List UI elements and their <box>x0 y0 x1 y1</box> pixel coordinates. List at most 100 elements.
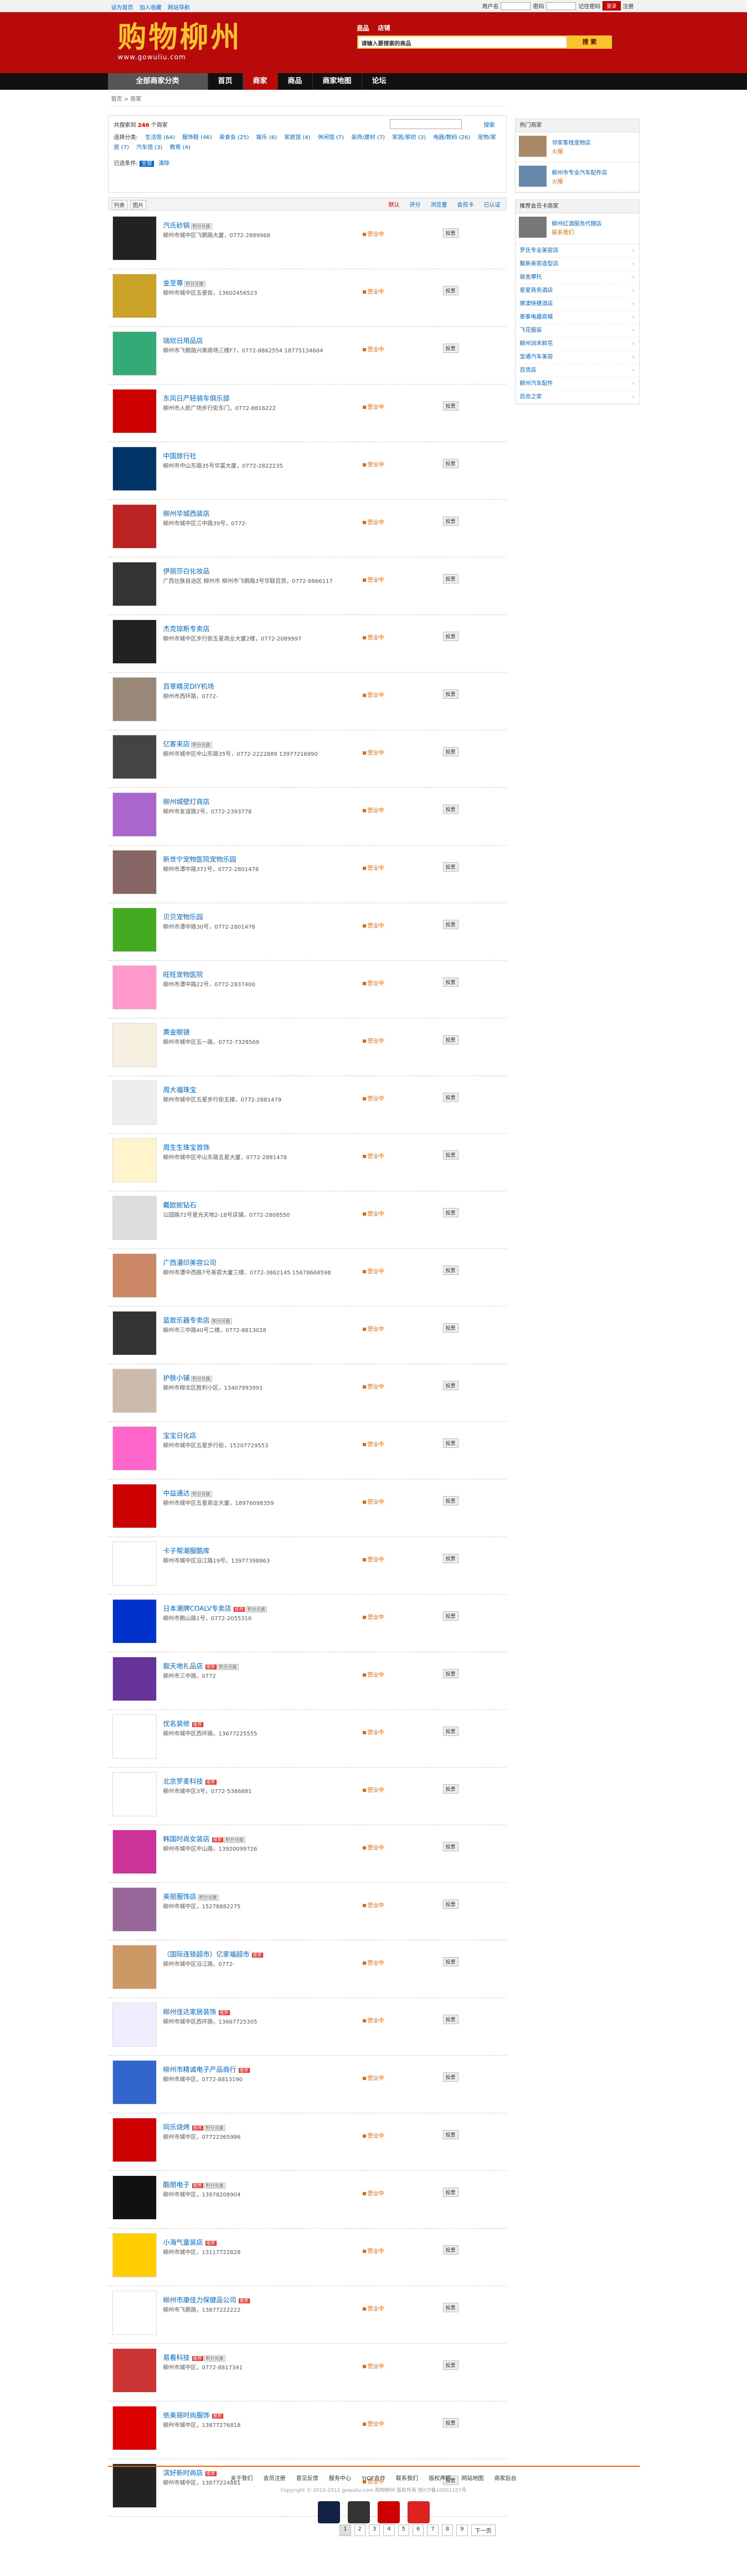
password-input[interactable] <box>546 2 576 10</box>
footer-link[interactable]: YIOF合作 <box>362 2476 385 2482</box>
page-link[interactable]: 6 <box>413 2524 424 2536</box>
category-option[interactable]: 电器/数码 (26) <box>433 135 470 141</box>
search-input[interactable]: 请输入要搜索的商品 <box>357 35 568 49</box>
shop-name[interactable]: 蓝歌乐器专卖店 积分兑换 <box>163 1315 232 1325</box>
shop-name[interactable]: 周生生珠宝首饰 <box>163 1143 210 1152</box>
footer-link[interactable]: 联系我们 <box>396 2476 418 2482</box>
view-grid-button[interactable]: 图片 <box>130 200 146 209</box>
vote-button[interactable]: 投票 <box>442 228 458 238</box>
clear-link[interactable]: 清除 <box>158 161 169 167</box>
shop-logo[interactable] <box>112 619 157 664</box>
shop-logo[interactable] <box>112 1426 157 1471</box>
vote-button[interactable]: 投票 <box>442 862 458 872</box>
shop-name[interactable]: 金至尊 积分兑换 <box>163 278 205 288</box>
vote-button[interactable]: 投票 <box>442 1496 458 1505</box>
footer-link[interactable]: 网站地图 <box>461 2476 483 2482</box>
shop-name[interactable]: 北京罗麦科技 推荐 <box>163 1776 217 1786</box>
shop-logo[interactable] <box>112 1253 157 1298</box>
credit-badge-icon[interactable] <box>407 2501 430 2523</box>
filter-search-input[interactable] <box>389 119 462 129</box>
vote-button[interactable]: 投票 <box>442 2188 458 2197</box>
top-link[interactable]: 加入收藏 <box>140 5 162 11</box>
police-badge-icon[interactable] <box>317 2501 340 2523</box>
shop-logo[interactable] <box>112 389 157 433</box>
vote-button[interactable]: 投票 <box>442 1035 458 1044</box>
next-page-link[interactable]: 下一页 <box>471 2524 496 2536</box>
shop-logo[interactable] <box>112 1830 157 1874</box>
search-tab-shop[interactable]: 店铺 <box>378 23 390 32</box>
shop-name[interactable]: 易看科技 推荐 积分兑换 <box>163 2353 225 2362</box>
category-option[interactable]: 休闲馆 (7) <box>318 135 344 141</box>
shop-logo[interactable] <box>112 1541 157 1586</box>
category-option[interactable]: 服饰鞋 (46) <box>182 135 212 141</box>
shop-name[interactable]: 瑞欣日用品店 <box>163 336 203 345</box>
shop-name[interactable]: 中国旅行社 <box>163 451 197 460</box>
shop-logo[interactable] <box>112 2348 157 2393</box>
sort-default[interactable]: 默认 <box>389 200 400 208</box>
vote-button[interactable]: 投票 <box>442 1957 458 1966</box>
shop-name[interactable]: 杰克琼斯专卖店 <box>163 624 210 633</box>
vote-button[interactable]: 投票 <box>442 805 458 814</box>
vote-button[interactable]: 投票 <box>442 1381 458 1390</box>
category-option[interactable]: 娱乐 (6) <box>256 135 277 141</box>
recent-item[interactable]: 柳州市专业汽车配件店 火爆 <box>515 162 639 192</box>
nav-map[interactable]: 商家地图 <box>312 73 362 90</box>
vote-button[interactable]: 投票 <box>442 459 458 468</box>
recommend-link[interactable]: 豪泰电器商城 <box>515 311 639 324</box>
vote-button[interactable]: 投票 <box>442 2418 458 2428</box>
vote-button[interactable]: 投票 <box>442 1842 458 1851</box>
recommend-link[interactable]: 骏金摩托 <box>515 271 639 284</box>
recommend-link[interactable]: 飞花服装 <box>515 324 639 337</box>
site-logo[interactable]: 购物柳州 www.gowuliu.com <box>118 22 242 62</box>
shop-name[interactable]: 靓天地礼品店 推荐 积分兑换 <box>163 1661 239 1671</box>
recommend-link[interactable]: 摩澳快捷酒店 <box>515 298 639 311</box>
vote-button[interactable]: 投票 <box>442 1784 458 1794</box>
shop-logo[interactable] <box>112 2233 157 2277</box>
footer-link[interactable]: 版权声明 <box>429 2476 451 2482</box>
vote-button[interactable]: 投票 <box>442 1899 458 1909</box>
vote-button[interactable]: 投票 <box>442 401 458 411</box>
shop-name[interactable]: 柳州市康佳力保健品公司 推荐 <box>163 2295 250 2304</box>
shop-name[interactable]: 百草精灵DIY机场 <box>163 682 214 691</box>
login-button[interactable]: 登录 <box>602 1 621 11</box>
shop-logo[interactable] <box>112 735 157 779</box>
recommend-link[interactable]: 柳州汽车配件 <box>515 377 639 391</box>
vote-button[interactable]: 投票 <box>442 977 458 987</box>
category-option[interactable]: 家居馆 (4) <box>284 135 310 141</box>
top-link[interactable]: 设为首页 <box>111 5 133 11</box>
top-link[interactable]: 网站导航 <box>168 5 190 11</box>
footer-link[interactable]: 关于我们 <box>230 2476 253 2482</box>
recommend-link[interactable]: 百货店 <box>515 364 639 377</box>
shop-logo[interactable] <box>112 1080 157 1125</box>
shop-name[interactable]: 东风日产轻骑车俱乐部 <box>163 393 230 403</box>
search-button[interactable]: 搜 索 <box>567 35 612 49</box>
footer-link[interactable]: 会员注册 <box>264 2476 286 2482</box>
vote-button[interactable]: 投票 <box>442 1093 458 1102</box>
vote-button[interactable]: 投票 <box>442 1554 458 1563</box>
nav-home[interactable]: 首页 <box>207 73 243 90</box>
shop-logo[interactable] <box>112 2175 157 2220</box>
vote-button[interactable]: 投票 <box>442 689 458 699</box>
category-option[interactable]: 生活馆 (64) <box>145 135 175 141</box>
page-link[interactable]: 3 <box>368 2524 380 2536</box>
selected-tag[interactable]: 全部 <box>140 161 154 167</box>
shop-logo[interactable] <box>112 1714 157 1759</box>
category-option[interactable]: 教育 (4) <box>170 145 190 151</box>
shop-logo[interactable] <box>112 1023 157 1067</box>
shop-name[interactable]: 周大福珠宝 <box>163 1085 197 1094</box>
shop-logo[interactable] <box>112 850 157 894</box>
vote-button[interactable]: 投票 <box>442 1727 458 1736</box>
category-option[interactable]: 装饰/建材 (7) <box>351 135 385 141</box>
recommend-item[interactable]: 柳州红酒服务代理店 联系我们 <box>515 213 639 244</box>
shop-logo[interactable] <box>112 216 157 260</box>
shop-name[interactable]: 护肤小铺 积分兑换 <box>163 1373 212 1382</box>
vote-button[interactable]: 投票 <box>442 574 458 583</box>
vote-button[interactable]: 投票 <box>442 2303 458 2312</box>
category-option[interactable]: 家居/家纺 (3) <box>392 135 426 141</box>
page-link[interactable]: 4 <box>383 2524 395 2536</box>
shop-name[interactable]: 伊丽莎白化妆品 <box>163 566 210 576</box>
recommend-link[interactable]: 宝通汽车美容 <box>515 351 639 364</box>
shop-logo[interactable] <box>112 331 157 376</box>
vote-button[interactable]: 投票 <box>442 516 458 526</box>
shop-name[interactable]: 亿客来店 积分兑换 <box>163 739 212 749</box>
